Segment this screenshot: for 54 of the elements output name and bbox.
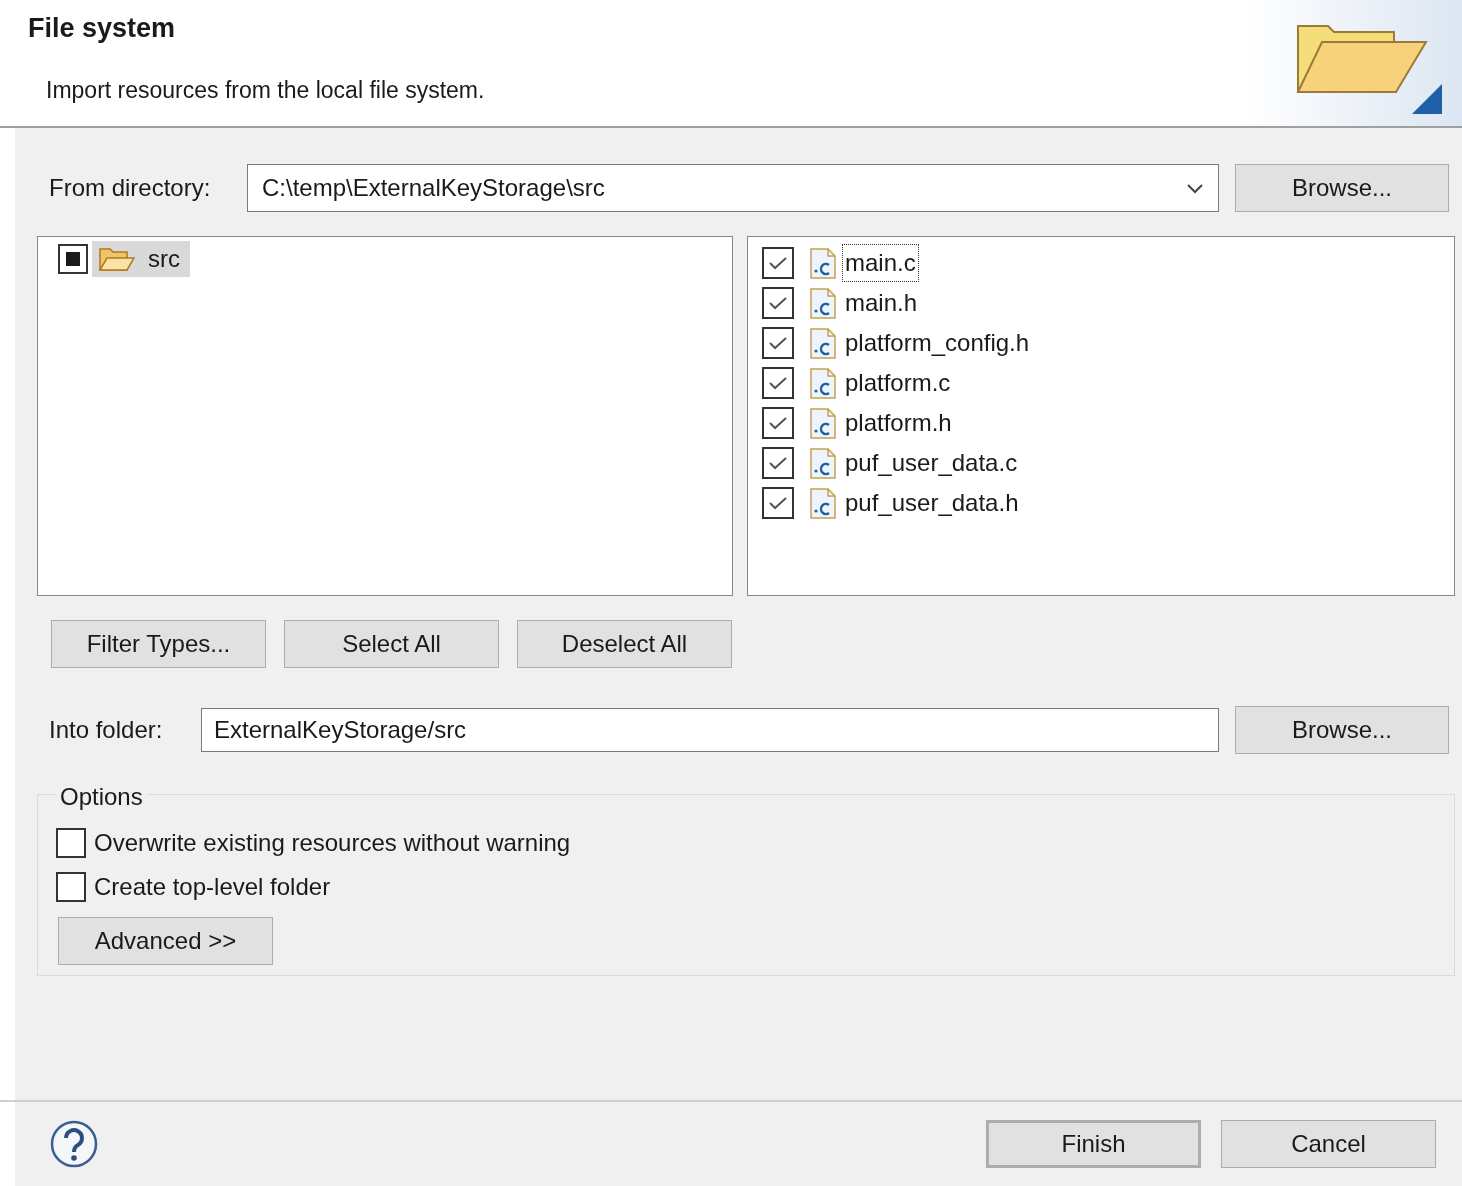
checkmark-icon: [768, 296, 788, 310]
button[interactable]: Deselect All: [517, 620, 732, 668]
checkbox[interactable]: [56, 828, 86, 858]
checkmark-icon: [768, 456, 788, 470]
c-source-file-icon: [810, 327, 836, 359]
file-name[interactable]: puf_user_data.c: [842, 444, 1021, 482]
partial-check-icon: [66, 252, 80, 266]
checkmark-icon: [768, 376, 788, 390]
c-source-file-icon: [810, 367, 836, 399]
checkbox[interactable]: [762, 447, 794, 479]
checkmark-icon: [768, 416, 788, 430]
button[interactable]: Advanced >>: [58, 917, 273, 965]
chevron-down-icon: [1186, 182, 1204, 194]
checkmark-icon: [768, 256, 788, 270]
file-name[interactable]: platform_config.h: [842, 324, 1033, 362]
button[interactable]: Select All: [284, 620, 499, 668]
c-source-file-icon: [810, 487, 836, 519]
checkbox[interactable]: [762, 327, 794, 359]
file-name[interactable]: platform.h: [842, 404, 955, 442]
combo-value: C:\temp\ExternalKeyStorage\src: [262, 173, 605, 203]
button[interactable]: Finish: [986, 1120, 1201, 1168]
dialog-title: File system: [28, 12, 177, 45]
c-source-file-icon: [810, 407, 836, 439]
checkbox[interactable]: [762, 407, 794, 439]
folder-input-field[interactable]: ExternalKeyStorage/src: [201, 708, 1219, 752]
c-source-file-icon: [810, 287, 836, 319]
checkbox[interactable]: [762, 367, 794, 399]
file-name[interactable]: main.c: [842, 244, 919, 282]
checkmark-icon: [768, 496, 788, 510]
field-label: From directory:: [48, 173, 212, 203]
help-icon: [50, 1120, 98, 1168]
button[interactable]: Browse...: [1235, 706, 1449, 754]
checkbox-label[interactable]: Create top-level folder: [94, 869, 331, 905]
file-name[interactable]: main.h: [842, 284, 921, 322]
checkbox[interactable]: [762, 487, 794, 519]
button[interactable]: Cancel: [1221, 1120, 1436, 1168]
c-source-file-icon: [810, 447, 836, 479]
file-name[interactable]: platform.c: [842, 364, 954, 402]
checkbox[interactable]: [762, 287, 794, 319]
c-source-file-icon: [810, 247, 836, 279]
button[interactable]: Filter Types...: [51, 620, 266, 668]
dialog-description: Import resources from the local file system.: [46, 75, 485, 105]
checkmark-icon: [768, 336, 788, 350]
file-name[interactable]: puf_user_data.h: [842, 484, 1022, 522]
folder-icon: [98, 245, 136, 273]
checkbox[interactable]: [56, 872, 86, 902]
checkbox[interactable]: [762, 247, 794, 279]
tree-item-label: src: [148, 244, 180, 274]
field-label: Into folder:: [48, 715, 164, 745]
checkbox[interactable]: [58, 244, 88, 274]
directory-combo-box[interactable]: C:\temp\ExternalKeyStorage\src: [247, 164, 1219, 212]
corner-triangle-icon: [1412, 84, 1442, 114]
checkbox-label[interactable]: Overwrite existing resources without warning: [94, 825, 571, 861]
button[interactable]: Browse...: [1235, 164, 1449, 212]
